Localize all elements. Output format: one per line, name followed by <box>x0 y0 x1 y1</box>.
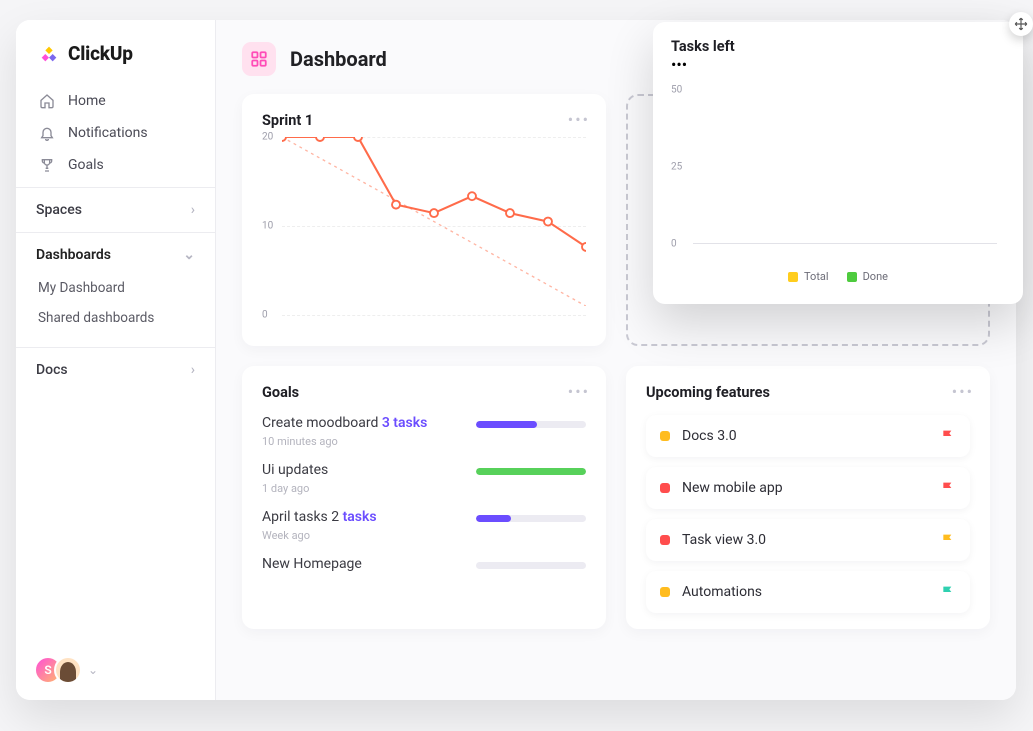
feature-item[interactable]: Automations <box>646 571 970 613</box>
feature-item[interactable]: New mobile app <box>646 467 970 509</box>
feature-item[interactable]: Task view 3.0 <box>646 519 970 561</box>
dashboard-tile-icon <box>242 42 276 76</box>
drag-handle-icon[interactable] <box>1009 12 1033 36</box>
primary-nav: Home Notifications Goals <box>16 79 215 187</box>
sidebar-item-shared-dashboards[interactable]: Shared dashboards <box>36 303 195 333</box>
goal-timestamp: 1 day ago <box>262 482 328 495</box>
status-dot-icon <box>660 431 670 441</box>
goal-title: April tasks 2 tasks <box>262 509 377 525</box>
y-tick: 10 <box>262 221 273 232</box>
card-more-button[interactable]: ••• <box>568 382 590 401</box>
spaces-toggle[interactable]: Spaces › <box>36 202 195 218</box>
flag-icon[interactable] <box>940 584 956 600</box>
legend-total: Total <box>788 270 829 283</box>
goal-title: Create moodboard 3 tasks <box>262 415 427 431</box>
upcoming-features-card: Upcoming features ••• Docs 3.0 New mobile… <box>626 366 990 629</box>
nav-notifications[interactable]: Notifications <box>16 117 215 149</box>
nav-label: Goals <box>68 157 104 173</box>
y-tick: 0 <box>671 239 677 250</box>
goal-item[interactable]: New Homepage <box>262 556 586 572</box>
dashboards-toggle[interactable]: Dashboards ⌄ <box>36 247 195 263</box>
status-dot-icon <box>660 483 670 493</box>
goals-list: Create moodboard 3 tasks 10 minutes ago Ui… <box>262 415 586 572</box>
tasks-left-chart: 50 25 0 <box>671 90 1005 260</box>
y-tick: 25 <box>671 162 682 173</box>
brand-logo[interactable]: ClickUp <box>16 20 215 79</box>
chevron-down-icon: ⌄ <box>183 247 195 263</box>
progress-bar <box>476 468 586 475</box>
card-more-button[interactable]: ••• <box>952 382 974 401</box>
brand-name: ClickUp <box>68 42 133 65</box>
goal-timestamp: Week ago <box>262 529 377 542</box>
card-title: Goals <box>262 384 586 401</box>
chevron-right-icon: › <box>191 362 195 378</box>
nav-label: Home <box>68 93 106 109</box>
feature-label: New mobile app <box>682 480 928 496</box>
card-title: Tasks left <box>671 38 1005 55</box>
goals-card: Goals ••• Create moodboard 3 tasks 10 min… <box>242 366 606 629</box>
goal-title: Ui updates <box>262 462 328 478</box>
flag-icon[interactable] <box>940 480 956 496</box>
nav-goals[interactable]: Goals <box>16 149 215 181</box>
section-dashboards: Dashboards ⌄ My Dashboard Shared dashboa… <box>16 232 215 347</box>
goal-item[interactable]: Create moodboard 3 tasks 10 minutes ago <box>262 415 586 448</box>
section-label: Docs <box>36 362 68 378</box>
avatar <box>54 656 82 684</box>
goal-item[interactable]: Ui updates 1 day ago <box>262 462 586 495</box>
sidebar: ClickUp Home Notifications Goals <box>16 20 216 700</box>
y-tick: 20 <box>262 132 273 143</box>
goal-item[interactable]: April tasks 2 tasks Week ago <box>262 509 586 542</box>
nav-home[interactable]: Home <box>16 85 215 117</box>
features-list: Docs 3.0 New mobile app Task view 3.0 Autom… <box>646 415 970 613</box>
y-tick: 50 <box>671 85 682 96</box>
feature-label: Docs 3.0 <box>682 428 928 444</box>
y-tick: 0 <box>262 310 268 321</box>
card-more-button[interactable]: ••• <box>568 110 590 129</box>
feature-label: Automations <box>682 584 928 600</box>
chart-legend: Total Done <box>671 270 1005 283</box>
feature-item[interactable]: Docs 3.0 <box>646 415 970 457</box>
bell-icon <box>38 125 56 141</box>
section-spaces: Spaces › <box>16 187 215 232</box>
page-title: Dashboard <box>290 47 387 71</box>
flag-icon[interactable] <box>940 532 956 548</box>
section-label: Dashboards <box>36 247 111 263</box>
card-title: Upcoming features <box>646 384 970 401</box>
user-switcher[interactable]: S ⌄ <box>16 640 215 700</box>
clickup-logo-icon <box>38 43 60 65</box>
legend-done: Done <box>847 270 888 283</box>
chevron-down-icon: ⌄ <box>88 663 98 677</box>
nav-label: Notifications <box>68 125 148 141</box>
flag-icon[interactable] <box>940 428 956 444</box>
tasks-left-card[interactable]: Tasks left ••• 50 25 0 Total Done <box>653 22 1023 304</box>
sprint-card: Sprint 1 ••• 20 10 0 <box>242 94 606 346</box>
legend-swatch-icon <box>847 272 857 282</box>
dashboards-list: My Dashboard Shared dashboards <box>36 273 195 333</box>
section-docs: Docs › <box>16 347 215 392</box>
chevron-right-icon: › <box>191 202 195 218</box>
docs-toggle[interactable]: Docs › <box>36 362 195 378</box>
trophy-icon <box>38 157 56 173</box>
status-dot-icon <box>660 535 670 545</box>
legend-swatch-icon <box>788 272 798 282</box>
goal-timestamp: 10 minutes ago <box>262 435 427 448</box>
card-more-button[interactable]: ••• <box>671 55 1005 74</box>
progress-bar <box>476 421 586 428</box>
progress-bar <box>476 515 586 522</box>
sprint-burndown-chart: 20 10 0 <box>262 137 586 315</box>
home-icon <box>38 93 56 109</box>
goal-title: New Homepage <box>262 556 362 572</box>
status-dot-icon <box>660 587 670 597</box>
sidebar-item-my-dashboard[interactable]: My Dashboard <box>36 273 195 303</box>
progress-bar <box>476 562 586 569</box>
feature-label: Task view 3.0 <box>682 532 928 548</box>
card-title: Sprint 1 <box>262 112 586 129</box>
section-label: Spaces <box>36 202 82 218</box>
